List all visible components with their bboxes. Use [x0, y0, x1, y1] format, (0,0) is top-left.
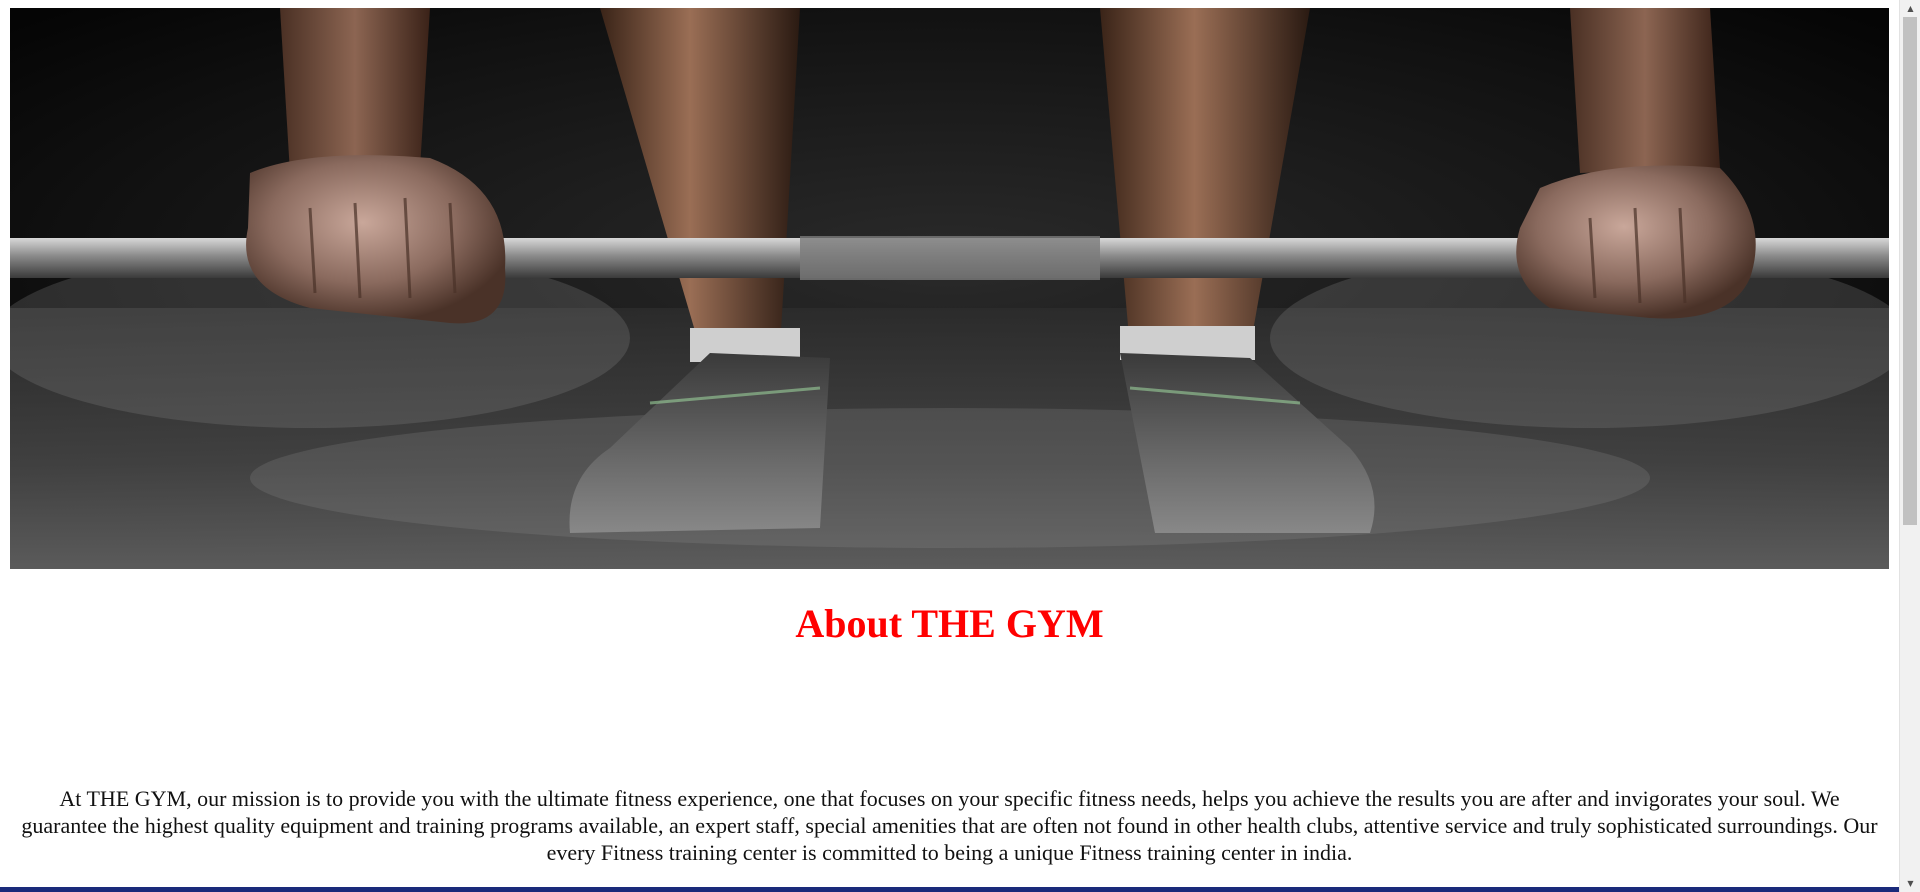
- scroll-down-arrow-icon[interactable]: ▼: [1900, 875, 1920, 892]
- hero-image: [10, 8, 1889, 569]
- scroll-up-arrow-icon[interactable]: ▲: [1900, 0, 1920, 17]
- weightlifter-photo: [10, 8, 1889, 569]
- mission-paragraph: At THE GYM, our mission is to provide yo…: [21, 786, 1878, 865]
- vertical-scrollbar[interactable]: ▲ ▼: [1899, 0, 1920, 892]
- bottom-bar: [0, 887, 1899, 892]
- page-title: About THE GYM: [795, 601, 1104, 646]
- page: About THE GYM At THE GYM, our mission is…: [0, 0, 1920, 892]
- scroll-thumb[interactable]: [1903, 17, 1917, 525]
- top-strip: [0, 0, 1899, 8]
